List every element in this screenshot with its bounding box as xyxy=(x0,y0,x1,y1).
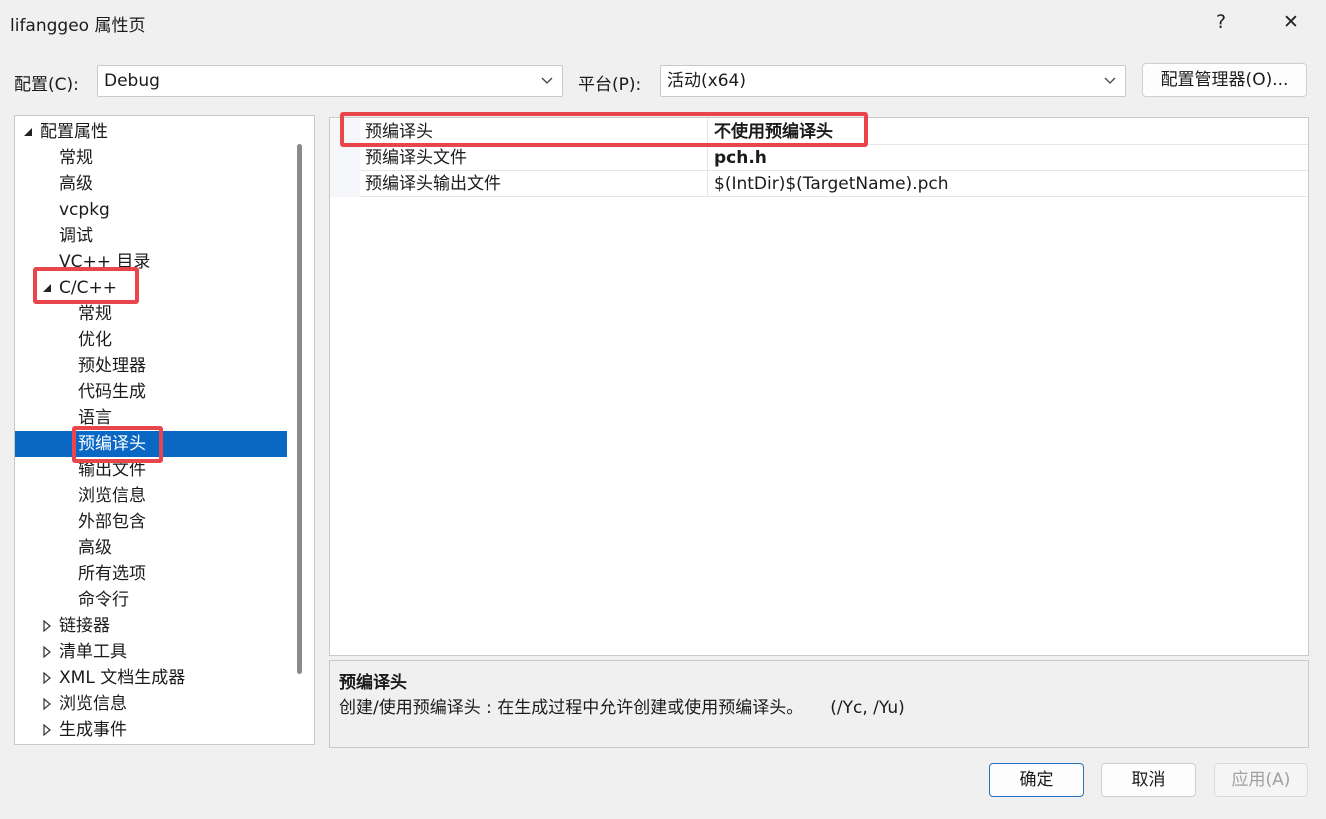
tree-item[interactable]: 配置属性 xyxy=(15,119,287,145)
tree-item[interactable]: 常规 xyxy=(15,301,287,327)
tree-item-label: vcpkg xyxy=(59,200,110,220)
tree-item-label: 常规 xyxy=(78,304,112,324)
row-gutter xyxy=(330,119,360,145)
close-button[interactable]: ✕ xyxy=(1269,4,1313,40)
property-value[interactable]: $(IntDir)$(TargetName).pch xyxy=(714,171,948,197)
tree-item-label: 浏览信息 xyxy=(59,694,127,714)
config-select[interactable]: Debug xyxy=(97,65,563,97)
tree-item-label: 语言 xyxy=(78,408,112,428)
platform-label: 平台(P): xyxy=(578,75,642,95)
property-value[interactable]: 不使用预编译头 xyxy=(714,119,833,145)
tree-item-label: 高级 xyxy=(78,538,112,558)
tree-item[interactable]: 清单工具 xyxy=(15,639,287,665)
window-title: lifanggeo 属性页 xyxy=(10,16,146,36)
tree-item[interactable]: 调试 xyxy=(15,223,287,249)
row-gutter xyxy=(330,171,360,197)
tree-item[interactable]: 优化 xyxy=(15,327,287,353)
chevron-down-icon xyxy=(1104,77,1116,84)
tree-item-label: 命令行 xyxy=(78,590,129,610)
tree-item-label: 输出文件 xyxy=(78,460,146,480)
row-gutter xyxy=(330,145,360,171)
tree-item[interactable]: 所有选项 xyxy=(15,561,287,587)
description-title: 预编译头 xyxy=(339,673,407,693)
tree-item-label: 调试 xyxy=(59,226,93,246)
tree-item-label: C/C++ xyxy=(59,278,117,298)
property-name: 预编译头输出文件 xyxy=(365,174,501,194)
tree-item[interactable]: 链接器 xyxy=(15,613,287,639)
config-label: 配置(C): xyxy=(14,75,79,95)
expanded-triangle-icon[interactable] xyxy=(41,275,53,301)
tree-item[interactable]: 生成事件 xyxy=(15,717,287,743)
tree-item[interactable]: 浏览信息 xyxy=(15,483,287,509)
property-row[interactable]: 预编译头文件 pch.h xyxy=(330,145,1308,171)
chevron-down-icon xyxy=(541,77,553,84)
tree-item-label: 链接器 xyxy=(59,616,110,636)
tree-item-label: 高级 xyxy=(59,174,93,194)
property-tree[interactable]: 配置属性 常规 高级 vcpkg 调试 VC++ 目录 C/C++ 常规 优化 预处理器 代码生成语… xyxy=(14,115,315,745)
tree-scrollbar[interactable] xyxy=(297,144,302,674)
tree-item-label: 常规 xyxy=(59,148,93,168)
tree-item-label: 预编译头 xyxy=(78,434,146,454)
platform-value: 活动(x64) xyxy=(667,71,746,91)
apply-button[interactable]: 应用(A) xyxy=(1214,763,1308,797)
tree-item[interactable]: 预处理器 xyxy=(15,353,287,379)
tree-item[interactable]: 输出文件 xyxy=(15,457,287,483)
column-divider xyxy=(707,145,708,171)
platform-select[interactable]: 活动(x64) xyxy=(660,65,1126,97)
tree-item[interactable]: C/C++ xyxy=(15,275,287,301)
tree-item-label: 代码生成 xyxy=(78,382,146,402)
column-divider xyxy=(707,171,708,197)
tree-item-label: 外部包含 xyxy=(78,512,146,532)
tree-item[interactable]: 浏览信息 xyxy=(15,691,287,717)
config-value: Debug xyxy=(104,71,160,91)
collapsed-triangle-icon[interactable] xyxy=(41,717,53,743)
ok-button[interactable]: 确定 xyxy=(989,763,1084,797)
help-button[interactable]: ? xyxy=(1199,4,1243,40)
property-name: 预编译头文件 xyxy=(365,148,467,168)
description-text: 创建/使用预编译头 : 在生成过程中允许创建或使用预编译头。 (/Yc, /Yu… xyxy=(339,698,905,718)
tree-item-label: 浏览信息 xyxy=(78,486,146,506)
tree-item-label: 优化 xyxy=(78,330,112,350)
tree-item-label: 生成事件 xyxy=(59,720,127,740)
property-row[interactable]: 预编译头输出文件 $(IntDir)$(TargetName).pch xyxy=(330,171,1308,197)
description-panel: 预编译头 创建/使用预编译头 : 在生成过程中允许创建或使用预编译头。 (/Yc… xyxy=(329,660,1309,748)
column-divider xyxy=(707,119,708,145)
property-grid[interactable]: 预编译头 不使用预编译头预编译头文件 pch.h 预编译头输出文件 $(IntDir)$… xyxy=(329,117,1309,656)
tree-item-label: XML 文档生成器 xyxy=(59,668,186,688)
tree-item-label: 预处理器 xyxy=(78,356,146,376)
tree-item-label: VC++ 目录 xyxy=(59,252,151,272)
tree-item[interactable]: VC++ 目录 xyxy=(15,249,287,275)
tree-item[interactable]: vcpkg xyxy=(15,197,287,223)
tree-item[interactable]: 预编译头 xyxy=(15,431,287,457)
tree-item[interactable]: 高级 xyxy=(15,171,287,197)
tree-item[interactable]: 代码生成 xyxy=(15,379,287,405)
tree-item[interactable]: 外部包含 xyxy=(15,509,287,535)
tree-item-label: 清单工具 xyxy=(59,642,127,662)
cancel-button[interactable]: 取消 xyxy=(1101,763,1196,797)
collapsed-triangle-icon[interactable] xyxy=(41,613,53,639)
property-name: 预编译头 xyxy=(365,122,433,142)
property-value[interactable]: pch.h xyxy=(714,145,767,171)
property-row[interactable]: 预编译头 不使用预编译头 xyxy=(330,119,1308,145)
tree-item[interactable]: 命令行 xyxy=(15,587,287,613)
tree-item[interactable]: 语言 xyxy=(15,405,287,431)
tree-item-label: 所有选项 xyxy=(78,564,146,584)
config-manager-button[interactable]: 配置管理器(O)... xyxy=(1142,63,1307,97)
expanded-triangle-icon[interactable] xyxy=(22,119,34,145)
tree-item[interactable]: XML 文档生成器 xyxy=(15,665,287,691)
collapsed-triangle-icon[interactable] xyxy=(41,691,53,717)
collapsed-triangle-icon[interactable] xyxy=(41,665,53,691)
tree-item[interactable]: 高级 xyxy=(15,535,287,561)
collapsed-triangle-icon[interactable] xyxy=(41,639,53,665)
tree-item[interactable]: 常规 xyxy=(15,145,287,171)
tree-item-label: 配置属性 xyxy=(40,122,108,142)
